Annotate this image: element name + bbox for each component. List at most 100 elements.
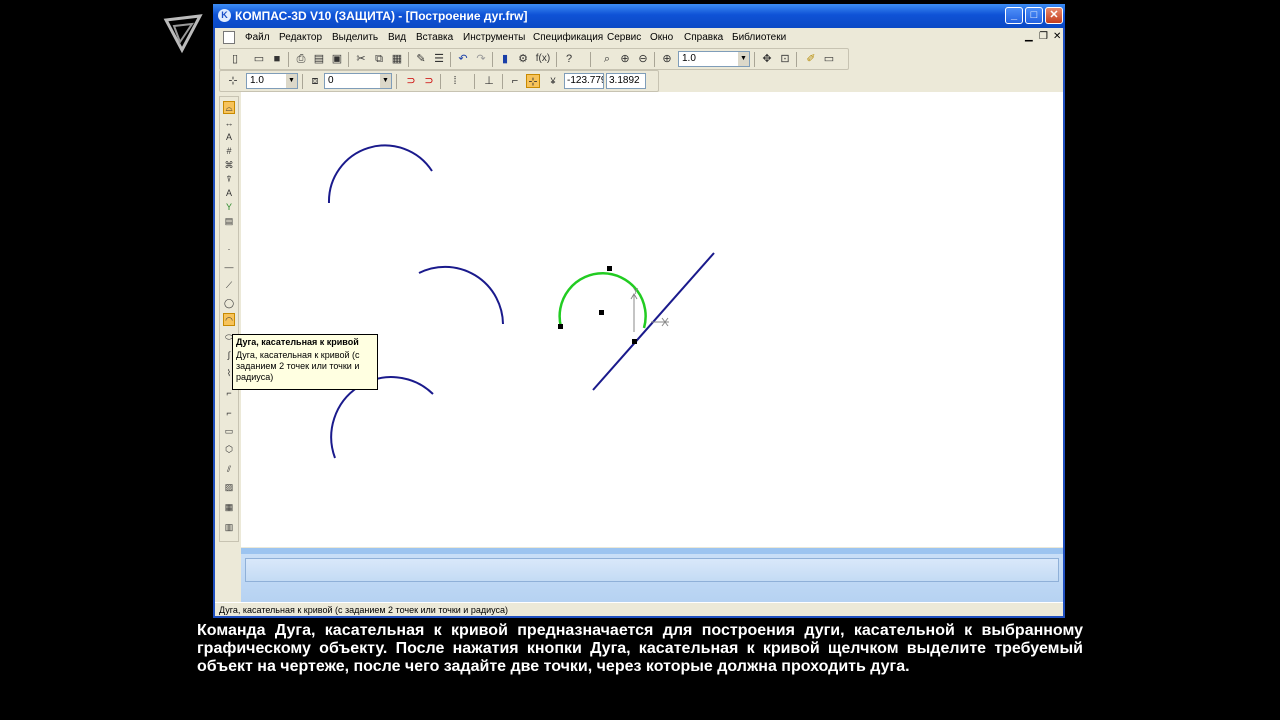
layer-combo[interactable]: 0 ▼ (324, 73, 392, 89)
layer-icon[interactable]: ⧈ (308, 74, 322, 88)
separator (492, 52, 493, 67)
local-cs-icon[interactable]: ⊥ (482, 74, 496, 88)
app-icon[interactable]: K (218, 9, 231, 22)
variables-icon[interactable]: ⚙ (516, 52, 530, 66)
menu-editor[interactable]: Редактор (279, 32, 322, 43)
circle-icon[interactable]: ◯ (223, 297, 235, 310)
spec-icon[interactable]: Y (223, 201, 235, 214)
arc-point[interactable] (607, 266, 612, 271)
separator (302, 74, 303, 89)
screen-icon[interactable]: ▭ (822, 52, 836, 66)
line-icon[interactable]: — (223, 261, 235, 274)
cursor-x-field[interactable]: -123.779 (564, 73, 604, 89)
save-icon[interactable]: ■ (270, 52, 284, 66)
open-icon[interactable]: ▭ (252, 52, 266, 66)
mdi-minimize-button[interactable]: ▁ (1025, 31, 1033, 42)
fillet-icon[interactable]: ⌐ (223, 407, 235, 420)
menu-insert[interactable]: Вставка (416, 32, 453, 43)
polygon-icon[interactable]: ⬡ (223, 443, 235, 456)
help-pointer-icon[interactable]: ? (562, 52, 576, 66)
maximize-button[interactable]: □ (1025, 7, 1043, 24)
separator (796, 52, 797, 67)
step-combo[interactable]: 1.0 ▼ (246, 73, 298, 89)
measure-icon[interactable]: ⍒ (223, 173, 235, 186)
layer-value: 0 (328, 75, 334, 86)
arc[interactable] (418, 265, 504, 325)
arc[interactable] (327, 144, 433, 204)
select-icon[interactable]: A (223, 187, 235, 200)
dimensions-icon[interactable]: ↔ (223, 117, 235, 130)
point-icon[interactable]: · (223, 243, 235, 256)
format-painter-icon[interactable]: ✎ (414, 52, 428, 66)
arc-tangent-icon[interactable]: ◠ (223, 313, 235, 326)
tangent-point[interactable] (632, 339, 637, 344)
refresh-icon[interactable]: ✐ (804, 52, 818, 66)
preview-icon[interactable]: ▤ (312, 52, 326, 66)
view-icon[interactable]: ▥ (223, 521, 235, 534)
separator (396, 74, 397, 89)
round-icon[interactable]: ⊹ (526, 74, 540, 88)
snap-icon[interactable]: ⊃ (404, 74, 418, 88)
cursor-y-field[interactable]: 3.1892 (606, 73, 646, 89)
drawing-canvas[interactable]: Y (241, 92, 1063, 547)
separator (590, 52, 591, 67)
zoom-out-icon[interactable]: ⊖ (636, 52, 650, 66)
pan-icon[interactable]: ✥ (760, 52, 774, 66)
parametrization-icon[interactable]: ⌘ (223, 159, 235, 172)
menu-service[interactable]: Сервис (607, 32, 641, 43)
menu-help[interactable]: Справка (684, 32, 723, 43)
cut-icon[interactable]: ✂ (354, 52, 368, 66)
hatch-icon[interactable]: ▨ (223, 481, 235, 494)
paste-icon[interactable]: ▦ (390, 52, 404, 66)
edit-icon[interactable]: # (223, 145, 235, 158)
geometry-icon[interactable]: ⌓ (223, 101, 235, 114)
copy-icon[interactable]: ⧉ (372, 52, 386, 66)
step-icon[interactable]: ⊹ (226, 74, 240, 88)
new-doc-icon[interactable]: ▯ (228, 52, 242, 66)
close-button[interactable]: ✕ (1045, 7, 1063, 24)
zoom-in-icon[interactable]: ⊕ (618, 52, 632, 66)
redo-icon[interactable]: ↷ (474, 52, 488, 66)
arc-point[interactable] (558, 324, 563, 329)
fx-icon[interactable]: f(x) (534, 52, 552, 66)
undo-icon[interactable]: ↶ (456, 52, 470, 66)
menu-view[interactable]: Вид (388, 32, 406, 43)
chevron-down-icon[interactable]: ▼ (380, 74, 391, 88)
local-snap-icon[interactable]: ⊃ (422, 74, 436, 88)
zoom-window-icon[interactable]: ⌕ (600, 52, 614, 66)
mdi-close-button[interactable]: ✕ (1053, 31, 1061, 42)
property-panel-content[interactable] (245, 558, 1059, 582)
ortho-icon[interactable]: ⌐ (508, 74, 522, 88)
zoom-combo[interactable]: 1.0 ▼ (678, 51, 750, 67)
compact-toolbar: ⌓ ↔ A # ⌘ ⍒ A Y ▤ · — ⟋ ◯ ◠ ⬭ ∫ ⌇ ⌐ ⌐ ▭ … (219, 96, 239, 542)
show-all-icon[interactable]: ⊡ (778, 52, 792, 66)
menu-tools[interactable]: Инструменты (463, 32, 525, 43)
grid-icon[interactable]: ⁞ (448, 74, 462, 88)
database-icon[interactable]: ▮ (498, 52, 512, 66)
properties-icon[interactable]: ▣ (330, 52, 344, 66)
fill-icon[interactable]: ▦ (223, 501, 235, 514)
segment-icon[interactable]: ⟋ (223, 279, 235, 292)
title-bar[interactable]: K КОМПАС-3D V10 (ЗАЩИТА) - [Построение д… (213, 4, 1065, 28)
window-title: КОМПАС-3D V10 (ЗАЩИТА) - [Построение дуг… (235, 9, 528, 23)
designations-icon[interactable]: A (223, 131, 235, 144)
drawing-svg[interactable]: Y (241, 92, 1063, 547)
zoom-scale-icon[interactable]: ⊕ (660, 52, 674, 66)
contour-icon[interactable]: ⫽ (223, 463, 235, 476)
menu-window[interactable]: Окно (650, 32, 673, 43)
center-point[interactable] (599, 310, 604, 315)
report-icon[interactable]: ▤ (223, 215, 235, 228)
minimize-button[interactable]: _ (1005, 7, 1023, 24)
coordinates-icon: ¥ (550, 76, 556, 86)
mdi-restore-button[interactable]: ❐ (1039, 31, 1048, 42)
menu-libraries[interactable]: Библиотеки (732, 32, 786, 43)
document-icon[interactable] (223, 31, 235, 44)
chevron-down-icon[interactable]: ▼ (738, 52, 749, 66)
menu-specification[interactable]: Спецификация (533, 32, 603, 43)
print-icon[interactable]: ⎙ (294, 52, 308, 66)
manager-icon[interactable]: ☰ (432, 52, 446, 66)
rectangle-icon[interactable]: ▭ (223, 425, 235, 438)
menu-file[interactable]: Файл (245, 32, 270, 43)
chevron-down-icon[interactable]: ▼ (286, 74, 297, 88)
menu-select[interactable]: Выделить (332, 32, 378, 43)
